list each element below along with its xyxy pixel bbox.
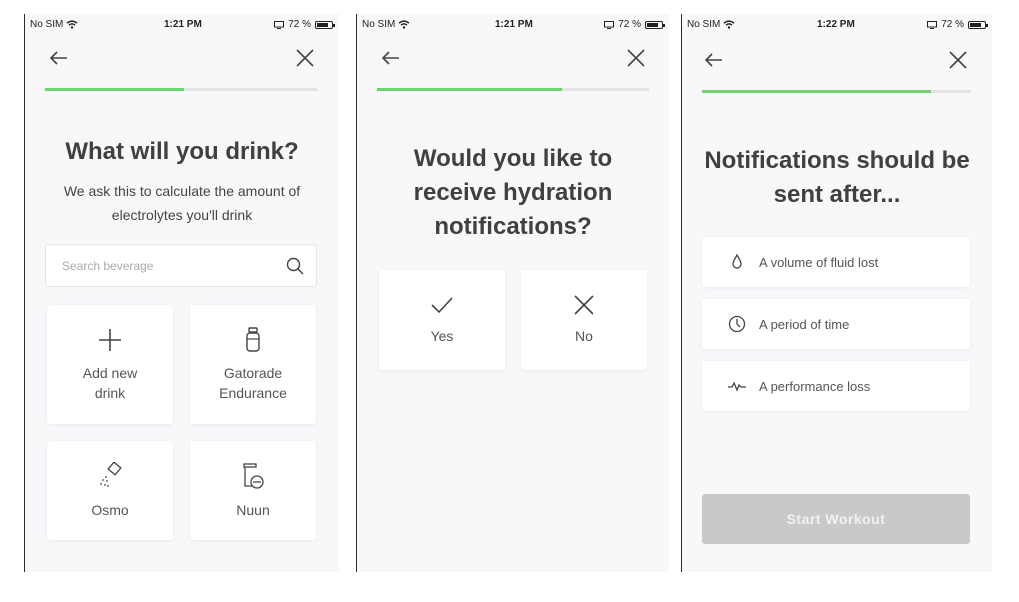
option-label: Yes [430,328,454,344]
page-title: Notifications should be sent after... [704,147,970,208]
option-no[interactable]: No [521,270,647,370]
option-label: A volume of fluid lost [759,254,879,270]
tile-label: Gatorade Endurance [219,364,287,401]
carrier-label: No SIM [30,19,64,30]
search-input[interactable] [60,257,264,274]
tablet-tube-icon [243,462,264,489]
carrier: No SIM [687,19,735,30]
battery-status: 72 % [927,19,988,30]
carrier: No SIM [362,19,410,30]
powder-packet-icon [100,461,122,487]
clock-time: 1:22 PM [817,19,855,30]
drink-tile-gatorade[interactable]: Gatorade Endurance [190,305,316,424]
option-label: A period of time [759,316,850,332]
screen-notification-trigger: No SIM 1:22 PM 72 % Notifications should… [681,14,992,572]
close-icon[interactable] [293,46,317,70]
battery-icon [645,20,665,29]
tile-label: Nuun [236,501,270,518]
battery-icon [968,20,988,29]
wifi-icon [723,20,735,29]
close-icon[interactable] [624,46,648,70]
search-icon[interactable] [286,257,304,275]
drink-tile-osmo[interactable]: Osmo [47,441,173,540]
close-icon [574,295,594,315]
tile-label: Osmo [91,501,129,518]
back-arrow-icon[interactable] [379,46,403,70]
check-icon [431,297,453,314]
battery-icon [315,20,335,29]
battery-percent: 72 % [618,19,641,30]
progress-fill [377,88,562,91]
status-bar: No SIM 1:22 PM 72 % [682,14,992,34]
battery-status: 72 % [274,19,335,30]
progress-fill [45,88,185,91]
battery-percent: 72 % [288,19,311,30]
clock-time: 1:21 PM [495,19,533,30]
battery-status: 72 % [604,19,665,30]
tile-label: Add new drink [82,364,138,401]
back-arrow-icon[interactable] [702,48,726,72]
status-bar: No SIM 1:21 PM 72 % [25,14,339,34]
carrier: No SIM [30,19,78,30]
trigger-option-performance[interactable]: A performance loss [702,361,970,411]
page-title: Would you like to receive hydration noti… [413,145,613,240]
wifi-icon [398,20,410,29]
clock-time: 1:21 PM [164,19,202,30]
close-icon[interactable] [946,48,970,72]
screen-drink-selection: No SIM 1:21 PM 72 % What will you drink?… [24,14,339,572]
drink-tile-add-new[interactable]: Add new drink [47,305,173,424]
option-yes[interactable]: Yes [379,270,505,370]
screen-mirror-icon [927,20,938,29]
start-workout-button[interactable]: Start Workout [702,494,970,544]
progress-fill [702,90,931,93]
trigger-option-fluid-lost[interactable]: A volume of fluid lost [702,237,970,287]
status-bar: No SIM 1:21 PM 72 % [357,14,669,34]
option-label: No [575,328,593,344]
progress-bar [702,90,971,93]
pulse-icon [728,381,746,392]
bottle-icon [246,326,260,352]
screen-notifications-optin: No SIM 1:21 PM 72 % Would you like to re… [356,14,669,572]
carrier-label: No SIM [687,19,721,30]
screen-mirror-icon [274,20,285,29]
wifi-icon [66,20,78,29]
option-label: A performance loss [759,378,871,394]
battery-percent: 72 % [941,19,964,30]
carrier-label: No SIM [362,19,396,30]
progress-bar [377,88,649,91]
clock-icon [728,315,746,333]
plus-icon [99,328,121,351]
page-title: What will you drink? [65,138,299,165]
progress-bar [45,88,318,91]
back-arrow-icon[interactable] [47,46,71,70]
drink-tile-nuun[interactable]: Nuun [190,441,316,540]
screen-mirror-icon [604,20,615,29]
page-subtitle: We ask this to calculate the amount of e… [63,183,301,223]
trigger-option-time[interactable]: A period of time [702,299,970,349]
droplet-icon [732,253,742,269]
search-bar[interactable] [45,244,317,287]
